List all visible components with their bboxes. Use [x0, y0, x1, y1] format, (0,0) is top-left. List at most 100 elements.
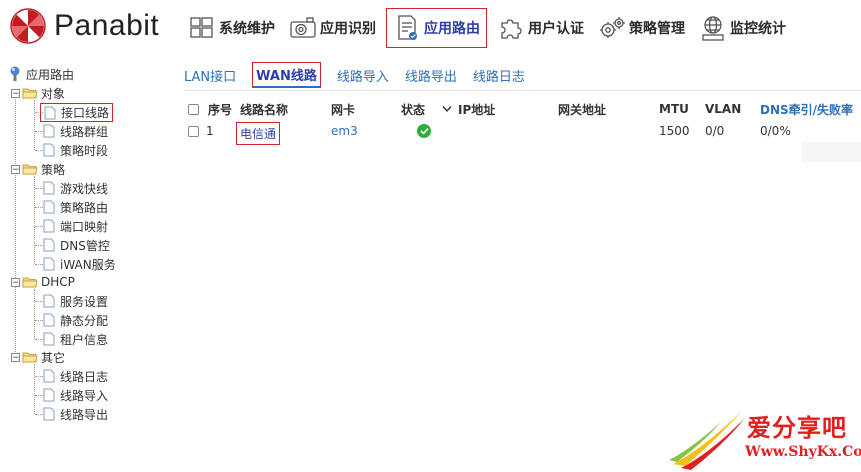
tab-line-export[interactable]: 线路导出	[405, 66, 457, 85]
status-ok-icon	[417, 120, 431, 142]
nav-label: 应用识别	[320, 21, 376, 37]
row-ghost-shade	[802, 142, 861, 162]
tab-divider	[184, 90, 861, 91]
document-icon	[43, 388, 55, 402]
tree-item-policy-routing[interactable]: 策略路由	[43, 198, 108, 216]
tree-item-dns-control[interactable]: DNS管控	[43, 236, 110, 254]
sidebar-tree: 应用路由 − 对象 接口线路 线路群组 策略时段 − 策略 游戏快线 策略路由 …	[0, 62, 178, 472]
nav-policy-management[interactable]: 策略管理	[594, 8, 689, 48]
sort-chevron-down-icon[interactable]	[442, 98, 452, 120]
tree-connector	[34, 289, 35, 339]
puzzle-icon	[497, 14, 525, 42]
row-line-name[interactable]: 电信通	[236, 121, 281, 145]
tree-item-label: 游戏快线	[60, 181, 109, 196]
document-icon	[44, 106, 56, 119]
nav-user-auth[interactable]: 用户认证	[493, 8, 588, 48]
document-icon	[43, 257, 55, 271]
column-header-ip[interactable]: IP地址	[458, 98, 495, 120]
tree-connector	[35, 320, 43, 321]
tree-item-port-mapping[interactable]: 端口映射	[43, 217, 108, 235]
tree-connector	[35, 207, 43, 208]
row-index: 1	[206, 124, 214, 138]
tab-line-import[interactable]: 线路导入	[337, 66, 389, 85]
tree-root[interactable]: 应用路由	[8, 65, 74, 83]
tab-wan-lines[interactable]: WAN线路	[252, 62, 321, 88]
tree-connector	[35, 339, 43, 340]
collapse-toggle-icon[interactable]: −	[11, 352, 20, 362]
column-header-mtu[interactable]: MTU	[659, 98, 689, 120]
tree-item-line-groups[interactable]: 线路群组	[43, 122, 108, 140]
tree-item-iwan-service[interactable]: iWAN服务	[43, 255, 116, 273]
nav-app-routing[interactable]: 应用路由	[386, 8, 487, 48]
column-header-line-name[interactable]: 线路名称	[240, 98, 288, 120]
row-checkbox[interactable]	[188, 120, 199, 142]
tree-item-label: 策略路由	[60, 200, 109, 215]
brand-logo[interactable]: Panabit	[10, 8, 159, 44]
tree-group-label: 对象	[41, 86, 66, 101]
tree-group-dhcp[interactable]: − DHCP	[11, 273, 75, 291]
tree-item-label: 线路群组	[60, 124, 109, 139]
nav-monitoring-stats[interactable]: 监控统计	[695, 8, 790, 48]
tab-line-log[interactable]: 线路日志	[473, 66, 525, 85]
document-icon	[43, 200, 55, 214]
tree-item-label: 接口线路	[61, 106, 110, 120]
nav-system-maintenance[interactable]: 系统维护	[184, 8, 279, 48]
gears-icon	[598, 14, 626, 42]
nav-label: 系统维护	[219, 21, 275, 37]
tree-group-other[interactable]: − 其它	[11, 348, 65, 366]
column-header-dns[interactable]: DNS牵引/失败率	[760, 98, 853, 120]
tree-connector	[35, 226, 43, 227]
table-row[interactable]: 1 电信通 em3 1500 0/0 0/0%	[184, 120, 861, 145]
tree-connector	[35, 245, 43, 246]
tree-connector	[35, 131, 43, 132]
tree-item-line-import[interactable]: 线路导入	[43, 386, 108, 404]
tab-bar: LAN接口 WAN线路 线路导入 线路导出 线路日志	[184, 62, 541, 88]
header: Panabit 系统维护 应用识别 应用路由 用户认证 策略管理 监控统计	[0, 0, 861, 58]
nav-label: 策略管理	[629, 21, 685, 37]
tree-connector	[35, 395, 43, 396]
tree-item-interface-lines[interactable]: 接口线路	[40, 103, 114, 122]
tree-group-policy[interactable]: − 策略	[11, 160, 65, 178]
folder-open-icon	[22, 352, 38, 363]
tree-item-line-export[interactable]: 线路导出	[43, 405, 108, 423]
select-all-checkbox[interactable]	[188, 98, 199, 120]
tree-item-label: 线路导入	[60, 388, 109, 403]
column-header-status[interactable]: 状态	[401, 98, 425, 120]
column-header-index[interactable]: 序号	[208, 98, 232, 120]
tree-item-static-allocation[interactable]: 静态分配	[43, 311, 108, 329]
column-header-vlan[interactable]: VLAN	[705, 98, 741, 120]
tree-group-objects[interactable]: − 对象	[11, 84, 65, 102]
column-header-nic[interactable]: 网卡	[331, 98, 355, 120]
tree-connector	[34, 100, 35, 150]
globe-monitor-icon	[699, 14, 727, 42]
tree-item-lease-info[interactable]: 租户信息	[43, 330, 108, 348]
column-header-gateway[interactable]: 网关地址	[558, 98, 606, 120]
nav-label: 应用路由	[424, 21, 480, 37]
nav-app-recognition[interactable]: 应用识别	[285, 8, 380, 48]
tree-connector	[15, 92, 16, 356]
collapse-toggle-icon[interactable]: −	[11, 277, 20, 287]
tree-connector	[35, 188, 43, 189]
tree-item-label: iWAN服务	[60, 257, 116, 272]
tree-connector	[35, 376, 43, 377]
tree-item-label: 服务设置	[60, 294, 109, 309]
nav-label: 监控统计	[730, 21, 786, 37]
watermark: 爱分享吧 Www.ShyKx.Com	[663, 404, 861, 472]
tree-item-line-log[interactable]: 线路日志	[43, 367, 108, 385]
line-name-link[interactable]: 电信通	[236, 121, 281, 145]
folder-open-icon	[22, 88, 38, 99]
brand-name: Panabit	[54, 9, 160, 42]
tab-lan-interface[interactable]: LAN接口	[184, 66, 236, 85]
document-icon	[43, 181, 55, 195]
folder-open-icon	[22, 277, 38, 288]
document-icon	[43, 219, 55, 233]
table-header: 序号 线路名称 网卡 状态 IP地址 网关地址 MTU VLAN DNS牵引/失…	[184, 98, 861, 120]
watermark-title: 爱分享吧	[747, 413, 847, 442]
tree-item-game-express[interactable]: 游戏快线	[43, 179, 108, 197]
tree-connector	[35, 264, 43, 265]
collapse-toggle-icon[interactable]: −	[11, 164, 20, 174]
collapse-toggle-icon[interactable]: −	[11, 88, 20, 98]
tree-item-policy-schedule[interactable]: 策略时段	[43, 141, 108, 159]
tree-item-service-settings[interactable]: 服务设置	[43, 292, 108, 310]
row-nic[interactable]: em3	[331, 120, 358, 142]
